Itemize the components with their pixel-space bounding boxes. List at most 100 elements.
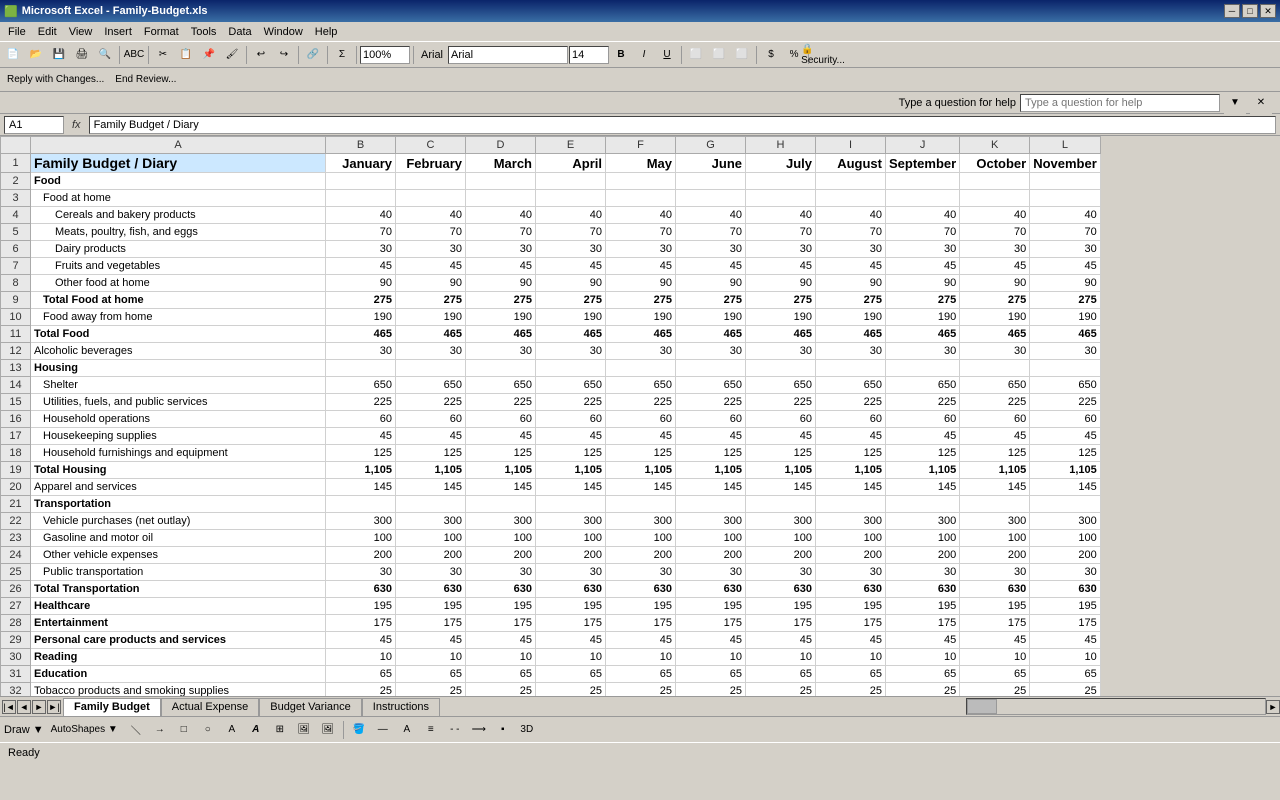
menu-data[interactable]: Data [222, 24, 257, 40]
undo-button[interactable]: ↩ [250, 44, 272, 66]
cell-a24[interactable]: Other vehicle expenses [31, 547, 326, 564]
close-button[interactable]: ✕ [1260, 4, 1276, 18]
3d-button[interactable]: 3D [516, 719, 538, 741]
col-header-b[interactable]: B [326, 137, 396, 154]
cell-a4[interactable]: Cereals and bakery products [31, 207, 326, 224]
cell-a6[interactable]: Dairy products [31, 241, 326, 258]
align-center-button[interactable]: ⬜ [708, 44, 730, 66]
cell-g1[interactable]: June [676, 154, 746, 173]
shadow-button[interactable]: ▪ [492, 719, 514, 741]
italic-button[interactable]: I [633, 44, 655, 66]
clipart-tool[interactable]: 🖼 [293, 719, 315, 741]
cell-e1[interactable]: April [536, 154, 606, 173]
cell-l1[interactable]: November [1030, 154, 1101, 173]
fill-color-button[interactable]: 🪣 [348, 719, 370, 741]
cell-a1[interactable]: Family Budget / Diary [31, 154, 326, 173]
font-color-button[interactable]: A [396, 719, 418, 741]
oval-tool[interactable]: ○ [197, 719, 219, 741]
cell-a32[interactable]: Tobacco products and smoking supplies [31, 683, 326, 697]
h-scrollbar[interactable] [966, 698, 1266, 715]
cell-a29[interactable]: Personal care products and services [31, 632, 326, 649]
cell-a5[interactable]: Meats, poultry, fish, and eggs [31, 224, 326, 241]
col-header-f[interactable]: F [606, 137, 676, 154]
align-left-button[interactable]: ⬜ [685, 44, 707, 66]
cell-a16[interactable]: Household operations [31, 411, 326, 428]
currency-button[interactable]: $ [760, 44, 782, 66]
hyperlink-button[interactable]: 🔗 [302, 44, 324, 66]
tab-prev-button[interactable]: ◄ [17, 700, 31, 714]
cell-a14[interactable]: Shelter [31, 377, 326, 394]
paste-button[interactable]: 📌 [198, 44, 220, 66]
menu-window[interactable]: Window [258, 24, 309, 40]
copy-button[interactable]: 📋 [175, 44, 197, 66]
col-header-h[interactable]: H [746, 137, 816, 154]
underline-button[interactable]: U [656, 44, 678, 66]
tab-instructions[interactable]: Instructions [362, 698, 440, 716]
cell-a26[interactable]: Total Transportation [31, 581, 326, 598]
cell-c1[interactable]: February [396, 154, 466, 173]
wordart-tool[interactable]: A [245, 719, 267, 741]
cell-a27[interactable]: Healthcare [31, 598, 326, 615]
cell-i1[interactable]: August [816, 154, 886, 173]
cell-a21[interactable]: Transportation [31, 496, 326, 513]
menu-view[interactable]: View [63, 24, 99, 40]
grid-scroll[interactable]: A B C D E F G H I J K L 1 Fam [0, 136, 1280, 696]
cell-a18[interactable]: Household furnishings and equipment [31, 445, 326, 462]
cell-h1[interactable]: July [746, 154, 816, 173]
cell-a7[interactable]: Fruits and vegetables [31, 258, 326, 275]
cell-a22[interactable]: Vehicle purchases (net outlay) [31, 513, 326, 530]
rectangle-tool[interactable]: □ [173, 719, 195, 741]
cell-k1[interactable]: October [960, 154, 1030, 173]
textbox-tool[interactable]: A [221, 719, 243, 741]
col-header-e[interactable]: E [536, 137, 606, 154]
menu-insert[interactable]: Insert [98, 24, 138, 40]
align-right-button[interactable]: ⬜ [731, 44, 753, 66]
tab-budget-variance[interactable]: Budget Variance [259, 698, 362, 716]
redo-button[interactable]: ↪ [273, 44, 295, 66]
security-button[interactable]: 🔒 Security... [812, 44, 834, 66]
line-tool[interactable]: ＼ [125, 719, 147, 741]
scroll-right-button[interactable]: ► [1266, 700, 1280, 714]
cell-a25[interactable]: Public transportation [31, 564, 326, 581]
close-help-button[interactable]: ✕ [1250, 92, 1272, 114]
dash-style-button[interactable]: - - [444, 719, 466, 741]
cut-button[interactable]: ✂ [152, 44, 174, 66]
format-painter[interactable]: 🖌 [221, 44, 243, 66]
font-name-input[interactable] [448, 46, 568, 64]
diagram-tool[interactable]: ⊞ [269, 719, 291, 741]
menu-file[interactable]: File [2, 24, 32, 40]
col-header-g[interactable]: G [676, 137, 746, 154]
ask-dropdown-button[interactable]: ▼ [1224, 92, 1246, 114]
cell-a20[interactable]: Apparel and services [31, 479, 326, 496]
cell-a13[interactable]: Housing [31, 360, 326, 377]
cell-d1[interactable]: March [466, 154, 536, 173]
cell-a12[interactable]: Alcoholic beverages [31, 343, 326, 360]
print-preview-button[interactable]: 🔍 [94, 44, 116, 66]
col-header-a[interactable]: A [31, 137, 326, 154]
minimize-button[interactable]: ─ [1224, 4, 1240, 18]
col-header-k[interactable]: K [960, 137, 1030, 154]
open-button[interactable]: 📂 [25, 44, 47, 66]
cell-a23[interactable]: Gasoline and motor oil [31, 530, 326, 547]
cell-a30[interactable]: Reading [31, 649, 326, 666]
reply-changes-button[interactable]: Reply with Changes... [2, 69, 109, 91]
spell-check-button[interactable]: ABC [123, 44, 145, 66]
cell-a10[interactable]: Food away from home [31, 309, 326, 326]
cell-f1[interactable]: May [606, 154, 676, 173]
cell-a31[interactable]: Education [31, 666, 326, 683]
new-button[interactable]: 📄 [2, 44, 24, 66]
tab-first-button[interactable]: |◄ [2, 700, 16, 714]
col-header-i[interactable]: I [816, 137, 886, 154]
font-size-input[interactable] [569, 46, 609, 64]
tab-next-button[interactable]: ► [32, 700, 46, 714]
cell-a8[interactable]: Other food at home [31, 275, 326, 292]
menu-edit[interactable]: Edit [32, 24, 63, 40]
cell-j1[interactable]: September [886, 154, 960, 173]
cell-a3[interactable]: Food at home [31, 190, 326, 207]
col-header-l[interactable]: L [1030, 137, 1101, 154]
cell-a9[interactable]: Total Food at home [31, 292, 326, 309]
cell-b1[interactable]: January [326, 154, 396, 173]
print-button[interactable]: 🖨 [71, 44, 93, 66]
ask-input[interactable] [1020, 94, 1220, 112]
line-color-button[interactable]: — [372, 719, 394, 741]
